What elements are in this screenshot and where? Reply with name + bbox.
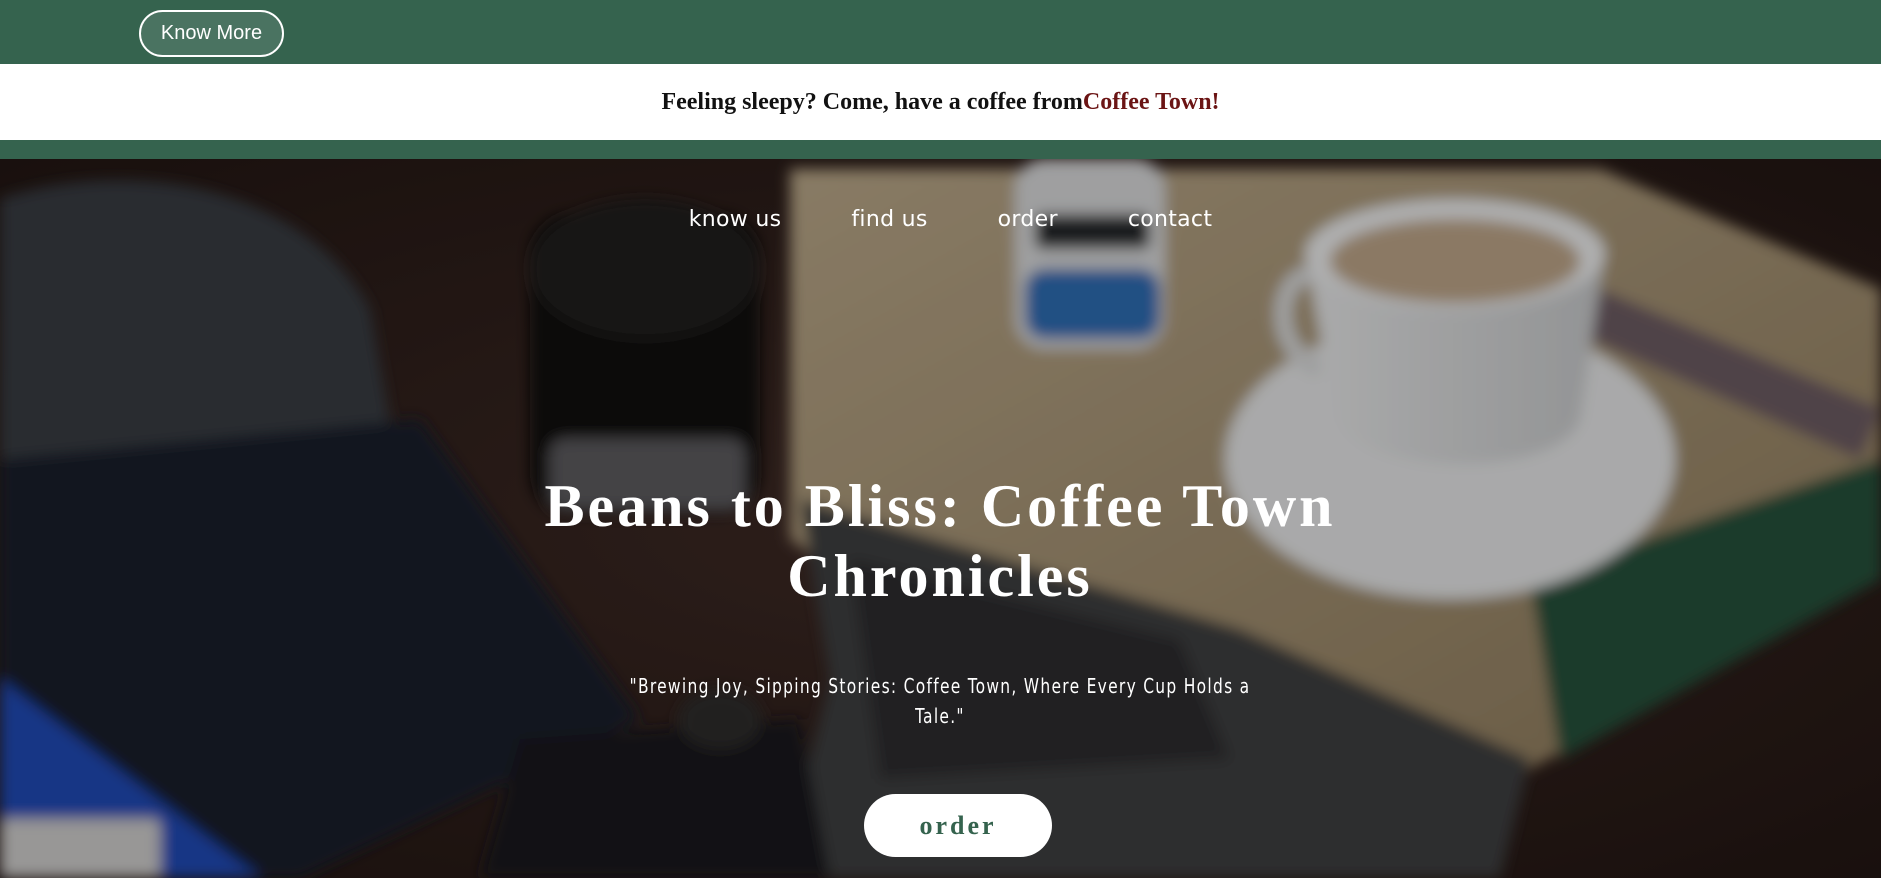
- banner-text: Feeling sleepy? Come, have a coffee from: [661, 88, 1083, 115]
- green-stripe: [0, 140, 1881, 159]
- nav-item-know-us[interactable]: know us: [689, 206, 782, 246]
- nav-item-order[interactable]: order: [998, 206, 1058, 246]
- top-bar: Know More: [0, 0, 1881, 64]
- banner-brand: Coffee Town: [1082, 88, 1212, 115]
- hero-section: know us find us order contact Beans to B…: [0, 159, 1881, 878]
- hero-title: Beans to Bliss: Coffee Town Chronicles: [544, 473, 1336, 609]
- know-more-button[interactable]: Know More: [139, 10, 284, 57]
- nav-item-find-us[interactable]: find us: [851, 206, 927, 246]
- nav-item-contact[interactable]: contact: [1128, 206, 1212, 246]
- promo-banner: Feeling sleepy? Come, have a coffee from…: [0, 64, 1881, 140]
- main-nav: know us find us order contact: [0, 206, 1881, 246]
- hero-tagline: "Brewing Joy, Sipping Stories: Coffee To…: [629, 674, 1251, 728]
- banner-exclamation: !: [1211, 88, 1220, 115]
- order-button[interactable]: order: [864, 794, 1052, 857]
